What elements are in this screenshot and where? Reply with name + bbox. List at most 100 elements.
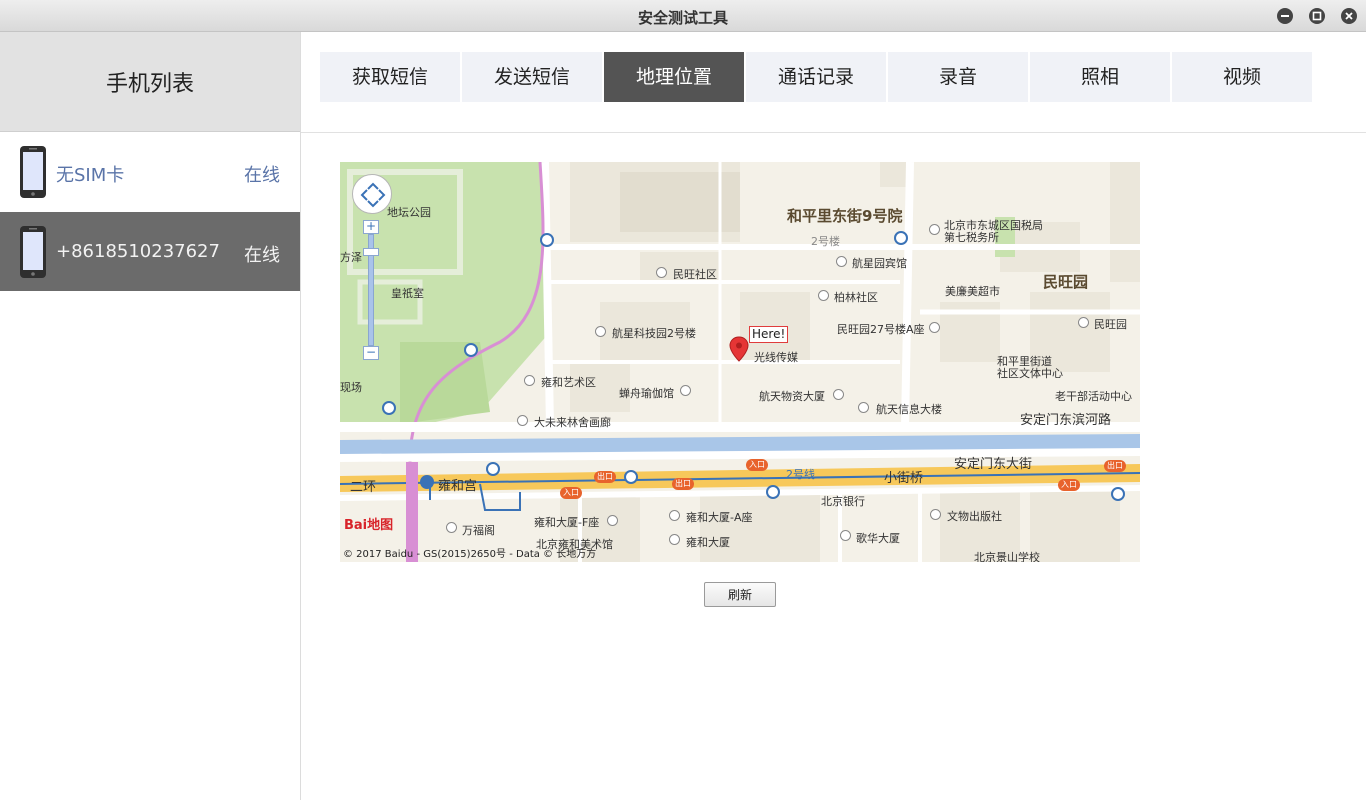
map-label: 雍和大厦: [686, 536, 730, 549]
poi-icon: [607, 515, 618, 526]
refresh-button[interactable]: 刷新: [704, 582, 776, 607]
poi-icon: [840, 530, 851, 541]
entrance-badge: 入口: [746, 459, 768, 471]
map-label: 美廉美超市: [945, 285, 1000, 298]
tab-send-sms[interactable]: 发送短信: [462, 52, 602, 102]
poi-icon: [929, 322, 940, 333]
bus-stop-icon: [766, 485, 780, 499]
map-label: 民旺社区: [673, 268, 717, 281]
location-map[interactable]: 和平里东街9号院 民旺园 地坛公园 方泽 皇祇室 北京市东城区国税局 第七税务所…: [340, 162, 1140, 562]
map-label: 航星科技园2号楼: [612, 327, 696, 340]
poi-icon: [446, 522, 457, 533]
map-label: 航天物资大厦: [759, 390, 825, 403]
map-zoom-control: + −: [363, 220, 379, 360]
map-label: 蝉舟瑜伽馆: [619, 387, 674, 400]
tab-call-log[interactable]: 通话记录: [746, 52, 886, 102]
poi-icon: [1078, 317, 1089, 328]
device-status: 在线: [244, 165, 280, 186]
tab-recording[interactable]: 录音: [888, 52, 1028, 102]
map-label: 2号线: [786, 468, 815, 481]
exit-badge: 出口: [594, 471, 616, 483]
metro-station-icon: [420, 475, 434, 489]
map-label: 大未来林舍画廊: [534, 416, 611, 429]
map-label: 安定门东大街: [954, 457, 1033, 472]
tab-location[interactable]: 地理位置: [604, 52, 744, 102]
map-label: 北京景山学校: [974, 551, 1040, 562]
map-pan-control[interactable]: [352, 174, 392, 214]
close-icon: [1345, 12, 1353, 20]
map-label: 现场: [340, 381, 362, 394]
tab-video[interactable]: 视频: [1172, 52, 1312, 102]
map-label: 和平里东街9号院: [787, 207, 903, 225]
bus-stop-icon: [894, 231, 908, 245]
map-label: 地坛公园: [387, 206, 431, 219]
bus-stop-icon: [540, 233, 554, 247]
map-label: 老干部活动中心: [1055, 390, 1132, 403]
zoom-in-button[interactable]: +: [363, 220, 379, 234]
map-label: 皇祇室: [391, 287, 424, 300]
poi-icon: [930, 509, 941, 520]
exit-badge: 出口: [672, 478, 694, 490]
close-button[interactable]: [1341, 8, 1357, 24]
minimize-icon: [1281, 15, 1289, 17]
poi-icon: [680, 385, 691, 396]
entrance-badge: 入口: [1058, 479, 1080, 491]
maximize-icon: [1312, 11, 1322, 21]
title-bar[interactable]: 安全测试工具: [0, 0, 1366, 32]
device-item-phone[interactable]: +8618510237627 在线: [0, 212, 300, 291]
poi-icon: [669, 534, 680, 545]
map-label: 安定门东滨河路: [1020, 413, 1112, 428]
zoom-slider-handle[interactable]: [363, 248, 379, 256]
poi-icon: [818, 290, 829, 301]
tab-camera[interactable]: 照相: [1030, 52, 1170, 102]
phone-icon: [20, 226, 46, 278]
tab-get-sms[interactable]: 获取短信: [320, 52, 460, 102]
device-name: 无SIM卡: [56, 165, 125, 186]
poi-icon: [929, 224, 940, 235]
sidebar-title: 手机列表: [105, 72, 194, 97]
entrance-badge: 入口: [560, 487, 582, 499]
sidebar-header: 手机列表: [0, 32, 300, 132]
minimize-button[interactable]: [1277, 8, 1293, 24]
map-label: 小街桥: [884, 471, 924, 486]
baidu-map-logo: Bai地图: [344, 518, 394, 533]
app-window: 安全测试工具 手机列表 无SIM卡 在线 +8618510237627 在线 获…: [0, 0, 1366, 800]
poi-icon: [595, 326, 606, 337]
map-label: 航星园宾馆: [852, 257, 907, 270]
map-label: 雍和大厦-A座: [686, 511, 753, 524]
map-label: 二环: [350, 480, 377, 495]
device-sidebar: 手机列表 无SIM卡 在线 +8618510237627 在线: [0, 32, 301, 800]
poi-icon: [524, 375, 535, 386]
map-label: 雍和宫: [438, 479, 478, 494]
phone-icon: [20, 146, 46, 198]
map-label: 文物出版社: [947, 510, 1002, 523]
poi-icon: [669, 510, 680, 521]
map-label: 雍和大厦-F座: [534, 516, 600, 529]
bus-stop-icon: [1111, 487, 1125, 501]
marker-label: Here!: [749, 326, 789, 343]
bus-stop-icon: [624, 470, 638, 484]
map-label: 民旺园27号楼A座: [837, 323, 925, 336]
map-label: 北京银行: [821, 495, 865, 508]
exit-badge: 出口: [1104, 460, 1126, 472]
map-label: 雍和艺术区: [541, 376, 596, 389]
device-name: +8618510237627: [56, 241, 220, 262]
bus-stop-icon: [464, 343, 478, 357]
poi-icon: [833, 389, 844, 400]
map-label: 航天信息大楼: [876, 403, 942, 416]
map-label: 万福阁: [462, 524, 495, 537]
device-item-nosim[interactable]: 无SIM卡 在线: [0, 132, 300, 211]
map-label: 光线传媒: [754, 351, 798, 364]
bus-stop-icon: [486, 462, 500, 476]
maximize-button[interactable]: [1309, 8, 1325, 24]
zoom-out-button[interactable]: −: [363, 346, 379, 360]
tab-bar: 获取短信 发送短信 地理位置 通话记录 录音 照相 视频: [301, 32, 1366, 133]
pan-arrows-icon: [360, 182, 386, 208]
bus-stop-icon: [382, 401, 396, 415]
map-label: 民旺园: [1043, 273, 1089, 291]
map-copyright: © 2017 Baidu - GS(2015)2650号 - Data © 长地…: [343, 549, 597, 560]
map-label: 柏林社区: [834, 291, 878, 304]
map-label: 民旺园: [1094, 318, 1127, 331]
location-pin-icon[interactable]: [729, 336, 749, 362]
poi-icon: [836, 256, 847, 267]
